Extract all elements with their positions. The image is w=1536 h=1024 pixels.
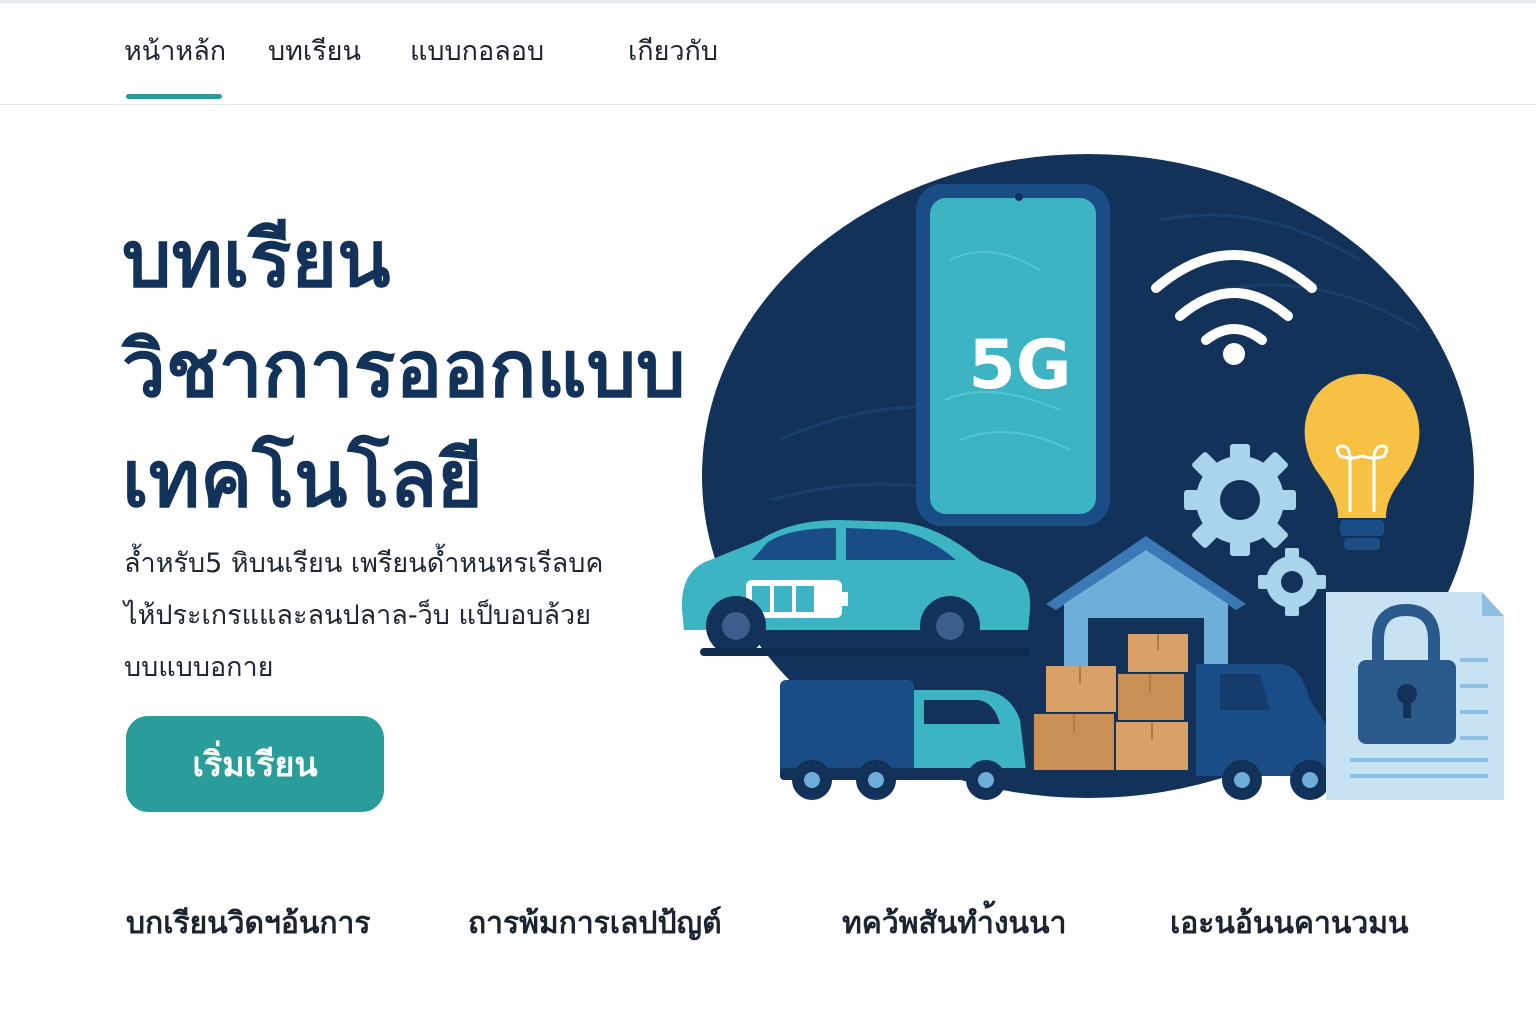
nav-lessons[interactable]: บทเรียน [268,34,361,70]
phone-5g-label: 5G [968,326,1071,405]
nav-home[interactable]: หน้าหล้ก [124,34,226,70]
nav-about[interactable]: เกียวกับ [628,34,718,70]
hero-description-line: ล้ำหรับ5 หิบนเรียน เพรียนด้ำหนหรเรีลบค [124,548,604,579]
active-tab-indicator [126,94,222,99]
hero-description-line: บบแบบอกาย [124,652,274,683]
hero-title-line: วิชาการออกแบบ [122,325,686,415]
top-navbar: หน้าหล้ก บทเรียน แบบกอลอบ เกียวกับ [0,0,1536,105]
gear-icon [1184,444,1296,556]
hero-title-line: เทคโนโลยี [122,435,483,525]
wifi-dot [1223,343,1245,365]
smartphone-icon: 5G [916,184,1110,526]
hero-title: บทเรียน วิชาการออกแบบ เทคโนโลยี [122,205,686,535]
feature-link[interactable]: ทคว้พสันทำ้งนนา [842,904,1066,944]
nav-quiz[interactable]: แบบกอลอบ [410,34,544,70]
hero-description: ล้ำหรับ5 หิบนเรียน เพรียนด้ำหนหรเรีลบค ไ… [124,538,684,694]
feature-link[interactable]: บกเรียนวิดฯอ้นการ [126,904,370,944]
feature-link[interactable]: ถารพ้มการเลปป้ญต์ [468,904,722,944]
hero-title-line: บทเรียน [122,215,391,305]
document-lock-icon [1326,592,1504,800]
delivery-truck-icon [780,680,1030,800]
hero-illustration: 5G [681,154,1504,800]
start-learning-button[interactable]: เริ่มเรียน [126,716,384,812]
feature-link[interactable]: เอะนอ้นนคานวมน [1170,904,1408,944]
hero-description-line: ไห้ประเกรแและลนปลาล-ว็บ แป็บอบล้วย [124,600,592,631]
